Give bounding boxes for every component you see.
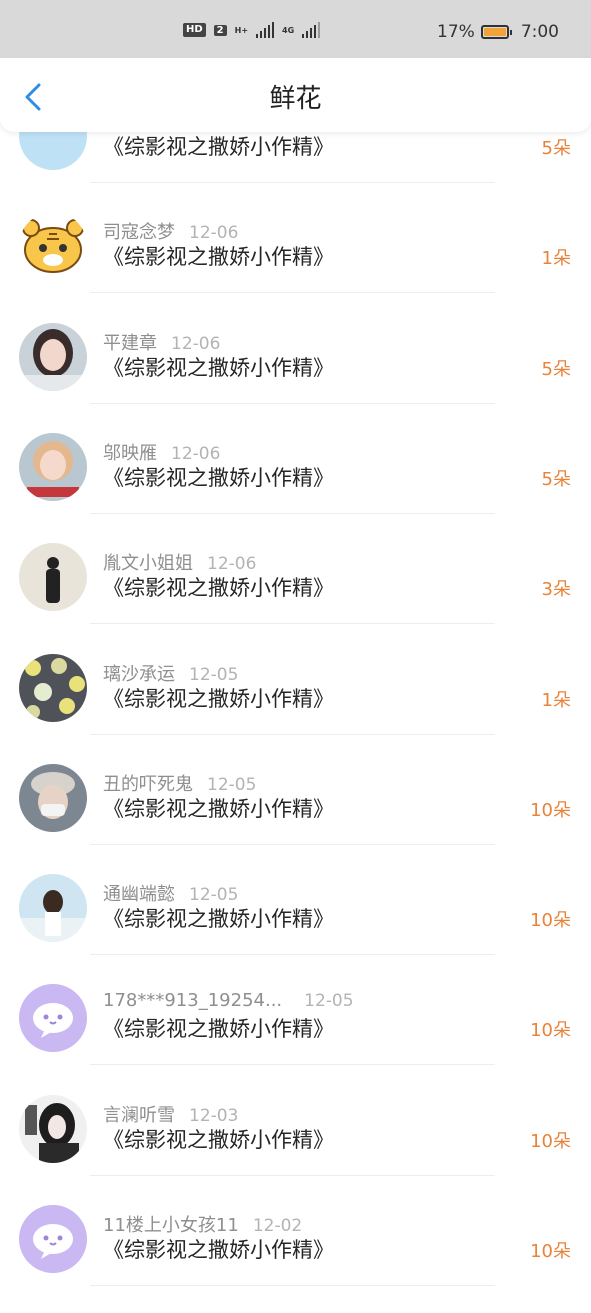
default-avatar[interactable] [19,1205,87,1273]
book-title: 《综影视之撒娇小作精》 [103,796,334,821]
row-divider [90,843,495,845]
flower-count: 5朵 [541,358,571,380]
flower-count: 10朵 [530,1130,571,1152]
default-avatar[interactable] [19,984,87,1053]
row-divider [90,402,495,404]
avatar[interactable] [19,322,87,391]
list-item[interactable]: 通幽端懿 12-05 《综影视之撒娇小作精》 10朵 [0,872,591,982]
avatar[interactable] [19,653,87,722]
list-item[interactable]: 胤文小姐姐 12-06 《综影视之撒娇小作精》 3朵 [0,541,591,651]
row-divider [90,182,495,183]
book-title: 《综影视之撒娇小作精》 [103,1017,334,1042]
flower-count: 10朵 [530,1020,571,1042]
gift-date: 12-05 [207,774,257,795]
book-title: 《综影视之撒娇小作精》 [103,1238,334,1262]
book-title: 《综影视之撒娇小作精》 [103,1127,334,1152]
avatar[interactable] [19,543,87,612]
row-divider [90,1064,495,1066]
book-title: 《综影视之撒娇小作精》 [103,355,334,380]
row-divider [90,1285,495,1286]
flower-count: 1朵 [541,248,571,270]
user-name[interactable]: 178***913_19254... [103,990,282,1011]
list-item[interactable]: 平建章 12-06 《综影视之撒娇小作精》 5朵 [0,321,591,431]
flower-count: 1朵 [541,689,571,711]
user-name[interactable]: 胤文小姐姐 [103,553,193,574]
row-divider [90,954,495,956]
flower-count: 10朵 [530,910,571,932]
gift-date: 12-06 [171,333,221,354]
list-item[interactable]: 11楼上小女孩11 12-02 《综影视之撒娇小作精》 10朵 [0,1203,591,1313]
row-divider [90,623,495,625]
gift-date: 12-05 [189,664,239,685]
list-item[interactable]: 178***913_19254... 12-05 《综影视之撒娇小作精》 10朵 [0,982,591,1092]
user-meta: 178***913_19254... 12-05 [103,990,354,1011]
gift-date: 12-03 [189,1105,239,1126]
row-divider [90,1174,495,1176]
book-title: 《综影视之撒娇小作精》 [103,465,334,490]
gift-date: 12-06 [207,554,257,575]
gift-date: 12-06 [189,223,239,244]
avatar[interactable] [19,763,87,832]
list-item[interactable]: 璃沙承运 12-05 《综影视之撒娇小作精》 1朵 [0,652,591,762]
user-name[interactable]: 通幽端懿 [103,884,175,905]
flower-count: 5朵 [541,468,571,490]
book-title: 《综影视之撒娇小作精》 [103,576,334,601]
user-name[interactable]: 言澜听雪 [103,1105,175,1126]
row-divider [90,512,495,514]
user-name[interactable]: 平建章 [103,333,157,354]
list-item[interactable]: 丑的吓死鬼 12-05 《综影视之撒娇小作精》 10朵 [0,762,591,872]
gift-date: 12-06 [171,443,221,464]
user-name[interactable]: 司寇念梦 [103,222,175,243]
user-name[interactable]: 丑的吓死鬼 [103,774,193,795]
user-name[interactable]: 璃沙承运 [103,664,175,685]
gift-date: 12-05 [189,885,239,906]
row-divider [90,292,495,294]
flower-count: 3朵 [541,579,571,601]
list-item[interactable]: 邬映雁 12-06 《综影视之撒娇小作精》 5朵 [0,431,591,541]
gift-date: 12-05 [304,991,354,1012]
list-item[interactable]: 司寇念梦 12-06 《综影视之撒娇小作精》 1朵 [0,210,591,320]
gift-date: 12-02 [252,1216,303,1236]
avatar[interactable] [19,212,87,281]
page-title: 鲜花 [269,84,322,114]
avatar[interactable] [19,432,87,501]
user-name[interactable]: 11楼上小女孩11 [103,1215,239,1236]
avatar[interactable] [19,1094,87,1163]
book-title: 《综影视之撒娇小作精》 [103,245,334,270]
row-divider [90,733,495,735]
flower-count: 10朵 [530,1241,571,1262]
flower-list: 《综影视之撒娇小作精》 5朵 司寇念梦 12-06 《综影视之撒娇小作精》 1朵 平建章 12… [0,0,591,1286]
book-title: 《综影视之撒娇小作精》 [103,686,334,711]
nav-bar: 鲜花 [0,58,591,132]
avatar[interactable] [19,874,87,943]
book-title: 《综影视之撒娇小作精》 [103,135,334,159]
book-title: 《综影视之撒娇小作精》 [103,907,334,932]
flower-count: 10朵 [530,799,571,821]
list-item[interactable]: 言澜听雪 12-03 《综影视之撒娇小作精》 10朵 [0,1093,591,1203]
user-name[interactable]: 邬映雁 [103,443,157,464]
flower-count: 5朵 [541,138,571,159]
